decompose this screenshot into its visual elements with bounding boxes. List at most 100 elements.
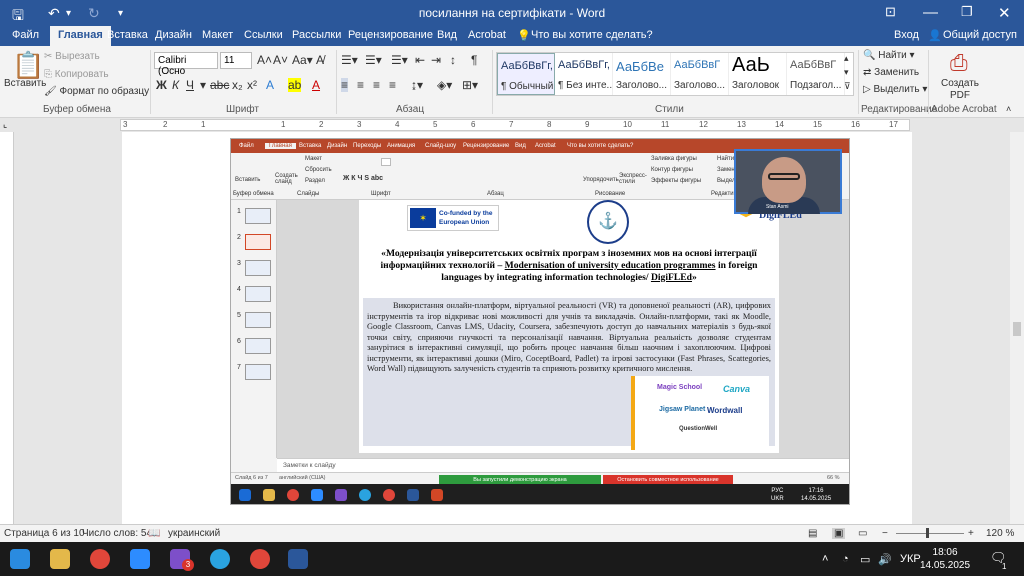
- decrease-indent-icon[interactable]: ⇤: [415, 53, 425, 67]
- show-marks-icon[interactable]: ¶: [471, 53, 477, 67]
- file-explorer-icon[interactable]: [50, 549, 70, 569]
- chrome-icon[interactable]: [250, 549, 270, 569]
- tab-review[interactable]: Рецензирование: [348, 29, 433, 41]
- proofing-icon[interactable]: 📖: [148, 528, 160, 539]
- cut-button[interactable]: ✂ Вырезать: [44, 51, 100, 62]
- multilevel-list-icon[interactable]: ☰▾: [391, 53, 408, 67]
- text-effects-icon[interactable]: A: [266, 78, 274, 92]
- sort-icon[interactable]: ↕: [450, 53, 456, 67]
- highlight-icon[interactable]: ab: [288, 78, 302, 92]
- style-no-spacing[interactable]: АаБбВвГг, ¶ Без инте...: [555, 53, 613, 95]
- ruler-scale[interactable]: 3 2 1 1 2 3 4 5 6 7 8 9 10 11 12 13 14 1…: [120, 119, 910, 131]
- format-painter-button[interactable]: 🖌 Формат по образцу: [44, 86, 149, 97]
- language-indicator[interactable]: украинский: [168, 528, 220, 539]
- network-icon[interactable]: ◔: [842, 553, 849, 565]
- style-heading-1[interactable]: АаБбВе Заголово...: [613, 53, 671, 95]
- font-name-dropdown[interactable]: Calibri (Осно: [154, 52, 218, 77]
- telegram-icon: [359, 489, 371, 501]
- web-layout-icon[interactable]: ▭: [858, 528, 867, 539]
- print-layout-icon[interactable]: ▣: [832, 528, 846, 539]
- tab-references[interactable]: Ссылки: [244, 29, 283, 41]
- style-heading-2[interactable]: АаБбВвГ Заголово...: [671, 53, 729, 95]
- battery-icon[interactable]: ▭: [860, 553, 870, 566]
- style-subtitle[interactable]: АаБбВвГ Подзагол...: [787, 53, 845, 95]
- subscript-icon[interactable]: x₂: [232, 78, 243, 92]
- word-count[interactable]: Число слов: 54: [82, 528, 152, 539]
- tell-me-box[interactable]: Что вы хотите сделать?: [531, 29, 653, 41]
- ppt-group-clipboard: Буфер обмена: [233, 191, 274, 197]
- volume-icon[interactable]: 🔊: [878, 553, 892, 566]
- zoom-out-icon[interactable]: −: [882, 528, 888, 539]
- paste-icon[interactable]: 📋: [12, 50, 44, 81]
- borders-icon[interactable]: ⊞▾: [462, 78, 478, 92]
- tab-selector-icon[interactable]: ⌞: [3, 119, 7, 130]
- tab-layout[interactable]: Макет: [202, 29, 233, 41]
- system-clock[interactable]: 18:06 14.05.2025: [920, 546, 970, 572]
- gallery-down-icon[interactable]: ▾: [844, 67, 849, 78]
- page-counter[interactable]: Страница 6 из 10: [4, 528, 85, 539]
- copy-button[interactable]: ⎘ Копировать: [44, 69, 109, 80]
- change-case-icon[interactable]: Aa▾: [292, 53, 313, 67]
- align-center-icon[interactable]: ≡: [357, 78, 364, 92]
- viber-icon[interactable]: 3: [170, 549, 194, 571]
- ribbon-display-icon[interactable]: ⊡: [885, 4, 896, 20]
- telegram-icon[interactable]: [210, 549, 230, 569]
- increase-indent-icon[interactable]: ⇥: [431, 53, 441, 67]
- grow-font-icon[interactable]: A˄: [257, 53, 272, 67]
- start-button-icon[interactable]: [10, 549, 30, 569]
- justify-icon[interactable]: ≡: [389, 78, 396, 92]
- style-normal[interactable]: АаБбВвГг, ¶ Обычный: [497, 53, 555, 95]
- align-right-icon[interactable]: ≡: [373, 78, 380, 92]
- gallery-up-icon[interactable]: ▴: [844, 53, 849, 64]
- zoom-level[interactable]: 120 %: [986, 528, 1014, 539]
- style-title[interactable]: АаЬ Заголовок: [729, 53, 787, 95]
- maximize-button[interactable]: ❐: [961, 4, 973, 20]
- keyboard-language[interactable]: УКР: [900, 553, 921, 565]
- read-mode-icon[interactable]: ▤: [808, 528, 817, 539]
- numbering-icon[interactable]: ☰▾: [365, 53, 382, 67]
- sign-in-link[interactable]: Вход: [894, 29, 919, 41]
- tab-mailings[interactable]: Рассылки: [292, 29, 341, 41]
- collapse-ribbon-icon[interactable]: ˄: [1006, 104, 1011, 114]
- tab-file[interactable]: Файл: [12, 29, 39, 41]
- tab-design[interactable]: Дизайн: [155, 29, 192, 41]
- select-button[interactable]: ▷ Выделить ▾: [863, 84, 927, 95]
- create-pdf-icon[interactable]: ⎙: [950, 50, 968, 76]
- italic-icon[interactable]: К: [172, 78, 179, 92]
- share-button[interactable]: Общий доступ: [943, 29, 1017, 41]
- scrollbar-thumb[interactable]: [1013, 322, 1021, 336]
- show-hidden-icons[interactable]: ˄: [822, 553, 828, 565]
- zoom-slider[interactable]: [896, 533, 964, 534]
- tab-acrobat[interactable]: Acrobat: [468, 29, 506, 41]
- create-pdf-button[interactable]: Создать PDF: [940, 78, 980, 102]
- minimize-button[interactable]: —: [923, 4, 938, 21]
- find-button[interactable]: 🔍 Найти ▾: [863, 50, 915, 61]
- chrome-icon[interactable]: [90, 549, 110, 569]
- font-color-icon[interactable]: A: [312, 78, 320, 92]
- vertical-scrollbar[interactable]: [1010, 132, 1024, 524]
- clear-formatting-icon[interactable]: A̸: [316, 53, 324, 67]
- paste-button[interactable]: Вставить: [4, 78, 46, 89]
- replace-button[interactable]: ⇄ Заменить: [863, 67, 919, 78]
- shrink-font-icon[interactable]: A˅: [273, 53, 288, 67]
- word-taskbar-icon[interactable]: [288, 549, 308, 569]
- bullets-icon[interactable]: ☰▾: [341, 53, 358, 67]
- strikethrough-icon[interactable]: abc: [210, 78, 229, 92]
- eu-flag-icon: ✶: [410, 208, 436, 228]
- close-button[interactable]: ✕: [998, 4, 1011, 22]
- superscript-icon[interactable]: x²: [247, 78, 257, 92]
- align-left-icon[interactable]: ≡: [341, 78, 349, 92]
- line-spacing-icon[interactable]: ↨▾: [411, 78, 423, 92]
- zoom-slider-thumb[interactable]: [926, 528, 929, 538]
- underline-icon[interactable]: Ч: [186, 78, 194, 92]
- gallery-more-icon[interactable]: ⊽: [844, 81, 851, 92]
- tab-view[interactable]: Вид: [437, 29, 457, 41]
- tab-home[interactable]: Главная: [50, 26, 111, 46]
- zoom-in-icon[interactable]: +: [968, 528, 974, 539]
- shading-icon[interactable]: ◈▾: [437, 78, 452, 92]
- underline-dropdown-icon[interactable]: ▾: [200, 78, 206, 92]
- font-size-dropdown[interactable]: 11: [220, 52, 252, 69]
- bold-icon[interactable]: Ж: [156, 78, 167, 92]
- tab-insert[interactable]: Вставка: [107, 29, 148, 41]
- zoom-app-icon[interactable]: [130, 549, 150, 569]
